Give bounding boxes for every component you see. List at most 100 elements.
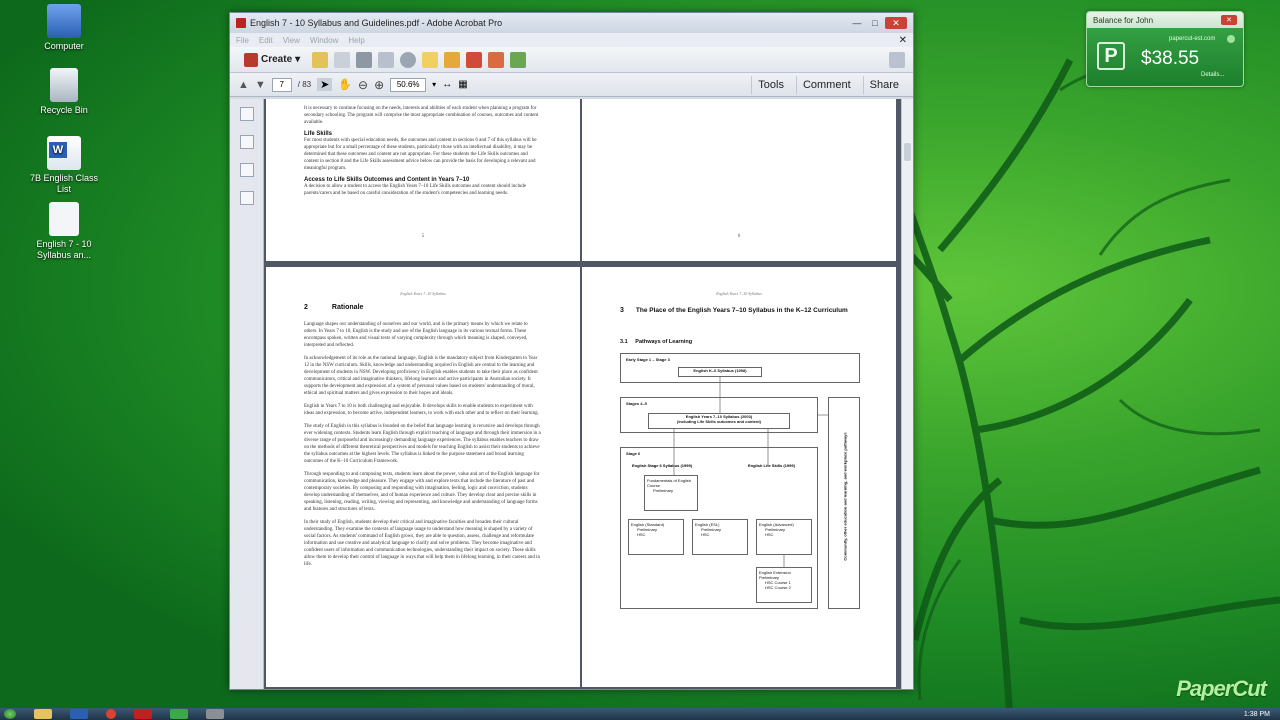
word-doc-icon: W <box>47 136 81 170</box>
maximize-button[interactable]: □ <box>867 17 883 29</box>
signatures-icon[interactable] <box>239 191 254 205</box>
save-icon[interactable] <box>334 51 351 68</box>
next-page-icon[interactable]: ▼ <box>255 79 266 91</box>
share-file-icon[interactable] <box>510 51 527 68</box>
document-area[interactable]: It is necessary to continue focusing on … <box>230 99 913 689</box>
fullscreen-icon[interactable] <box>889 51 905 68</box>
desktop-icon-syllabus-pdf[interactable]: English 7 - 10 Syllabus an... <box>25 202 103 261</box>
explorer-taskbar-icon[interactable] <box>34 709 52 719</box>
status-dot-icon <box>1227 35 1235 43</box>
menu-window[interactable]: Window <box>310 36 338 45</box>
page-paragraph: Language shapes our understanding of our… <box>304 322 528 348</box>
bookmarks-icon[interactable] <box>239 135 254 149</box>
attachments-icon[interactable] <box>239 163 254 177</box>
pdf-page-5: It is necessary to continue focusing on … <box>266 99 580 261</box>
sign-icon[interactable] <box>466 51 483 68</box>
acrobat-window: English 7 - 10 Syllabus and Guidelines.p… <box>229 12 914 690</box>
page-paragraph: In acknowledgement of its role as the na… <box>304 356 538 396</box>
papercut-title: Balance for John <box>1093 15 1154 25</box>
papercut-balance-widget: Balance for John ✕ P papercut-est.com $3… <box>1086 11 1244 87</box>
diagram-connector-lines <box>673 377 828 567</box>
navigation-toolbar: ▲ ▼ 7 / 83 ➤ ✋ ⊖ ⊕ 50.6% ▾ ↔ ▦ Tools Com… <box>230 73 913 97</box>
pdf-page-pathways: English Years 7–10 Syllabus 3 The Place … <box>582 267 896 687</box>
running-header: English Years 7–10 Syllabus <box>400 291 446 296</box>
scrollbar-thumb[interactable] <box>904 143 911 161</box>
papercut-taskbar-icon[interactable] <box>170 709 188 719</box>
previous-page-icon[interactable]: ▲ <box>238 79 249 91</box>
navigation-pane <box>230 99 264 689</box>
page-paragraph: In their study of English, students deve… <box>304 520 541 567</box>
page-paragraph: English in Years 7 to 10 is both challen… <box>304 404 539 416</box>
pdf-page-rationale: English Years 7–10 Syllabus 2 Rationale … <box>266 267 580 687</box>
desktop-icon-label: Recycle Bin <box>40 105 88 115</box>
page-paragraph: It is necessary to continue focusing on … <box>304 106 539 125</box>
desktop-icon-computer[interactable]: Computer <box>25 4 103 52</box>
desktop-icon-label: English 7 - 10 Syllabus an... <box>36 239 92 260</box>
zoom-level-input[interactable]: 50.6% <box>390 77 427 92</box>
settings-gear-icon[interactable] <box>400 51 417 68</box>
zoom-dropdown-icon[interactable]: ▾ <box>432 80 436 89</box>
create-button[interactable]: Create ▾ <box>238 51 306 69</box>
email-icon[interactable] <box>378 51 395 68</box>
page-total: / 83 <box>297 80 312 89</box>
window-title: English 7 - 10 Syllabus and Guidelines.p… <box>250 18 503 28</box>
highlight-icon[interactable] <box>444 51 461 68</box>
recycle-bin-icon <box>50 68 78 102</box>
computer-icon <box>47 4 81 38</box>
open-folder-icon[interactable] <box>312 51 329 68</box>
pdf-doc-icon <box>49 202 79 236</box>
main-toolbar: Create ▾ <box>230 47 913 73</box>
chevron-down-icon: ▾ <box>295 54 301 65</box>
select-tool-icon[interactable]: ➤ <box>317 78 333 91</box>
page-paragraph: The study of English in this syllabus is… <box>304 424 541 464</box>
papercut-details-link[interactable]: Details... <box>1201 72 1224 78</box>
scroll-mode-icon[interactable]: ▦ <box>458 79 467 90</box>
hand-tool-icon[interactable]: ✋ <box>338 78 352 91</box>
word-taskbar-icon[interactable] <box>70 709 88 719</box>
section-heading: Rationale <box>331 304 364 311</box>
fit-page-icon[interactable]: ↔ <box>442 79 452 90</box>
start-button-icon[interactable] <box>4 709 16 719</box>
comment-bubble-icon[interactable] <box>422 51 439 68</box>
window-titlebar[interactable]: English 7 - 10 Syllabus and Guidelines.p… <box>230 13 913 33</box>
desktop-icon-recycle-bin[interactable]: Recycle Bin <box>25 68 103 116</box>
page-thumbnails-icon[interactable] <box>239 107 254 121</box>
desktop-icon-label: 7B English Class List <box>29 173 99 194</box>
desktop-icon-class-list[interactable]: W 7B English Class List <box>25 136 103 195</box>
create-label: Create <box>261 54 293 65</box>
page-paragraph: A decision to allow a student to access … <box>304 184 527 196</box>
papercut-brand-logo: PaperCut <box>1176 676 1267 701</box>
page-number-input[interactable]: 7 <box>271 77 292 92</box>
share-pane-button[interactable]: Share <box>862 75 905 94</box>
tool-taskbar-icon[interactable] <box>206 709 224 719</box>
menu-file[interactable]: File <box>236 36 249 45</box>
clock[interactable]: 1:38 PM <box>1244 711 1276 718</box>
chrome-taskbar-icon[interactable] <box>106 709 116 719</box>
papercut-titlebar[interactable]: Balance for John ✕ <box>1087 12 1243 28</box>
desktop-icon-label: Computer <box>44 41 84 51</box>
pathways-diagram: Early Stage 1 – Stage 3 English K–6 Syll… <box>582 267 896 687</box>
papercut-site: papercut-est.com <box>1169 36 1216 42</box>
close-button[interactable]: ✕ <box>885 17 907 29</box>
menu-edit[interactable]: Edit <box>259 36 273 45</box>
papercut-close-icon[interactable]: ✕ <box>1221 15 1237 25</box>
comment-pane-button[interactable]: Comment <box>795 75 857 94</box>
page-number: 5 <box>421 234 425 239</box>
document-close-icon[interactable]: ✕ <box>899 35 907 46</box>
minimize-button[interactable]: — <box>849 17 865 29</box>
create-icon <box>244 52 258 67</box>
page-number: 6 <box>737 234 741 239</box>
menu-bar: File Edit View Window Help ✕ <box>230 33 913 47</box>
tools-pane-button[interactable]: Tools <box>751 75 790 94</box>
export-icon[interactable] <box>488 51 505 68</box>
vertical-scrollbar[interactable] <box>901 99 913 689</box>
menu-help[interactable]: Help <box>348 36 364 45</box>
zoom-in-icon[interactable]: ⊕ <box>374 78 384 92</box>
acrobat-taskbar-icon[interactable] <box>134 709 152 719</box>
papercut-balance: $38.55 <box>1141 48 1200 69</box>
zoom-out-icon[interactable]: ⊖ <box>358 78 368 92</box>
papercut-logo-icon: P <box>1097 42 1125 70</box>
menu-view[interactable]: View <box>283 36 300 45</box>
print-icon[interactable] <box>356 51 373 68</box>
taskbar: 1:38 PM <box>0 708 1280 720</box>
